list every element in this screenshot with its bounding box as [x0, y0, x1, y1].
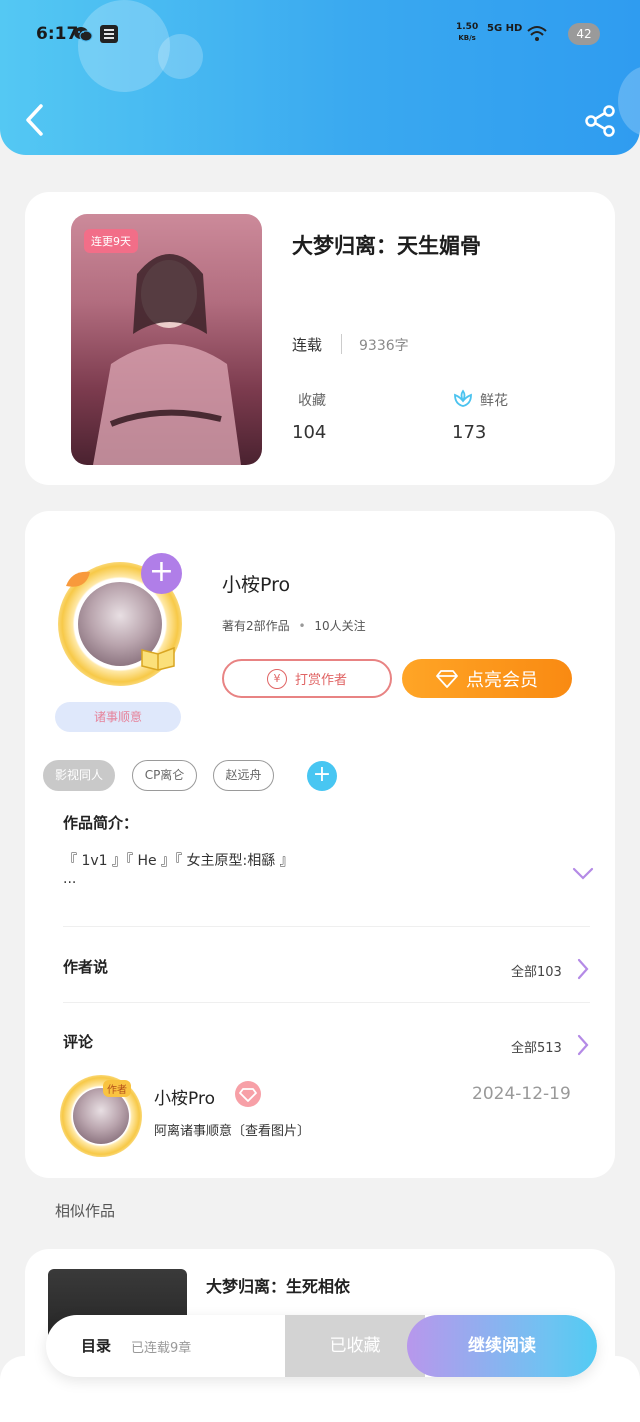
flower-icon[interactable]	[452, 388, 474, 414]
capcut-icon	[99, 24, 119, 44]
tip-author-label: 打赏作者	[294, 673, 347, 688]
tag-chip[interactable]: 影视同人	[43, 760, 115, 791]
net-speed-value: 1.50	[456, 22, 479, 32]
favorites-count: 104	[292, 422, 327, 443]
header: 6:17 1.50 KB/s 5G HD 42	[0, 0, 640, 155]
author-says-more[interactable]: 全部103	[511, 961, 562, 980]
share-icon	[585, 105, 615, 137]
chevron-right-icon[interactable]	[576, 958, 590, 984]
wifi-icon	[526, 24, 548, 48]
add-tag-button[interactable]: +	[307, 761, 337, 791]
intro-text: 『 1v1 』『 He 』『 女主原型:相繇 』 ···	[63, 850, 294, 894]
yen-icon: ¥	[266, 668, 287, 689]
share-button[interactable]	[584, 104, 616, 138]
bottom-action-bar: 目录 已连载9章 已收藏 继续阅读	[46, 1315, 597, 1377]
vip-label: 点亮会员	[466, 669, 538, 691]
tip-author-button[interactable]: ¥ 打赏作者	[222, 659, 392, 698]
diamond-icon	[436, 669, 458, 688]
commenter-name: 小桉Pro	[154, 1089, 215, 1109]
flowers-label: 鲜花	[480, 393, 508, 409]
status-bar: 6:17 1.50 KB/s 5G HD 42	[36, 22, 600, 50]
similar-title: 相似作品	[55, 1202, 116, 1220]
battery-indicator: 42	[568, 23, 600, 45]
author-name[interactable]: 小桉Pro	[222, 570, 290, 597]
chevron-right-icon[interactable]	[576, 1034, 590, 1060]
book-decor-icon	[140, 640, 176, 676]
back-button[interactable]	[22, 102, 48, 138]
divider	[63, 1002, 590, 1003]
intro-ellipsis: ···	[63, 875, 77, 891]
wish-label: 诸事顺意	[55, 702, 181, 732]
book-title: 大梦归离：天生媚骨	[292, 234, 481, 258]
net-speed-unit: KB/s	[458, 34, 476, 42]
chapter-count: 已连载9章	[131, 1341, 192, 1356]
author-says-title: 作者说	[63, 958, 109, 976]
author-badge: 作者	[103, 1080, 131, 1097]
book-cover[interactable]: 连更9天	[71, 214, 262, 465]
follow-button[interactable]: +	[141, 553, 182, 594]
author-works: 著有2部作品	[222, 619, 290, 633]
status-time: 6:17	[36, 24, 79, 44]
comment-date: 2024-12-19	[472, 1084, 571, 1104]
divider	[341, 334, 342, 354]
cover-illustration	[93, 254, 241, 465]
tag-chip[interactable]: 赵远舟	[213, 760, 274, 791]
comment-text: 阿离诸事顺意〔查看图片〕	[154, 1124, 311, 1139]
leaf-decor-icon	[62, 566, 96, 604]
comments-title: 评论	[63, 1033, 94, 1051]
intro-body: 『 1v1 』『 He 』『 女主原型:相繇 』	[63, 853, 294, 869]
continue-reading-button[interactable]: 继续阅读	[407, 1315, 597, 1377]
net-speed: 1.50 KB/s	[456, 22, 478, 44]
toc-button[interactable]: 目录	[81, 1335, 111, 1356]
wechat-icon	[73, 24, 93, 44]
divider	[63, 926, 590, 927]
similar-work-title[interactable]: 大梦归离：生死相依	[206, 1273, 350, 1297]
vip-button[interactable]: 点亮会员	[402, 659, 572, 698]
intro-title: 作品简介：	[63, 814, 139, 832]
tag-chip[interactable]: CP离仑	[132, 760, 197, 791]
comments-more[interactable]: 全部513	[511, 1037, 562, 1056]
expand-intro-icon[interactable]	[572, 866, 594, 886]
decor-bubble	[618, 66, 640, 136]
author-meta: 著有2部作品 • 10人关注	[222, 619, 366, 633]
vip-badge-icon	[235, 1081, 261, 1107]
flowers-count: 173	[452, 422, 487, 443]
network-type: 5G HD	[487, 23, 523, 34]
word-count: 9336字	[359, 338, 409, 354]
serial-status: 连载	[292, 336, 323, 354]
collected-button[interactable]: 已收藏	[285, 1315, 425, 1377]
author-followers: 10人关注	[314, 619, 366, 633]
favorites-label: 收藏	[298, 393, 326, 409]
